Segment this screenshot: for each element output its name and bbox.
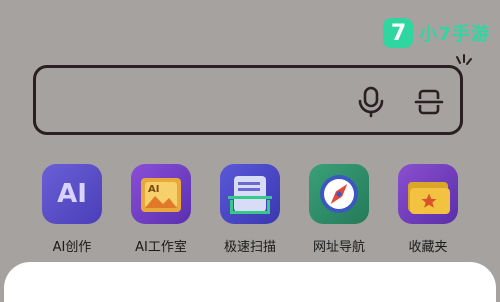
app-ai-studio[interactable]: AI AI工作室 <box>116 164 206 255</box>
app-label-url-navigation: 网址导航 <box>312 240 365 255</box>
app-ai-create[interactable]: AI AI创作 <box>27 164 117 255</box>
scan-icon[interactable] <box>414 86 444 118</box>
watermark-text: 小7手游 <box>419 24 490 45</box>
search-box[interactable] <box>33 65 463 135</box>
app-label-fast-scan: 极速扫描 <box>223 240 276 255</box>
bottom-card <box>4 262 496 302</box>
url-navigation-icon[interactable] <box>309 164 369 224</box>
app-label-ai-create: AI创作 <box>52 240 92 255</box>
app-fast-scan[interactable]: 极速扫描 <box>205 164 295 255</box>
watermark-badge-text: 7 <box>390 20 407 46</box>
ai-studio-icon[interactable]: AI <box>131 164 191 224</box>
app-label-favorites: 收藏夹 <box>408 240 448 255</box>
app-label-ai-studio: AI工作室 <box>135 240 187 255</box>
fast-scan-icon[interactable] <box>220 164 280 224</box>
watermark-badge-icon: 7 <box>383 18 414 48</box>
favorites-icon[interactable] <box>398 164 458 224</box>
voice-search-icon[interactable] <box>356 86 386 118</box>
app-favorites[interactable]: 收藏夹 <box>383 164 473 255</box>
ai-create-icon[interactable]: AI <box>42 164 102 224</box>
app-grid: AI AI创作 AI AI工作室 极速扫描 网址导航 收藏夹 <box>0 164 500 255</box>
app-url-navigation[interactable]: 网址导航 <box>294 164 384 255</box>
watermark-logo: 7 小7手游 <box>383 16 490 50</box>
